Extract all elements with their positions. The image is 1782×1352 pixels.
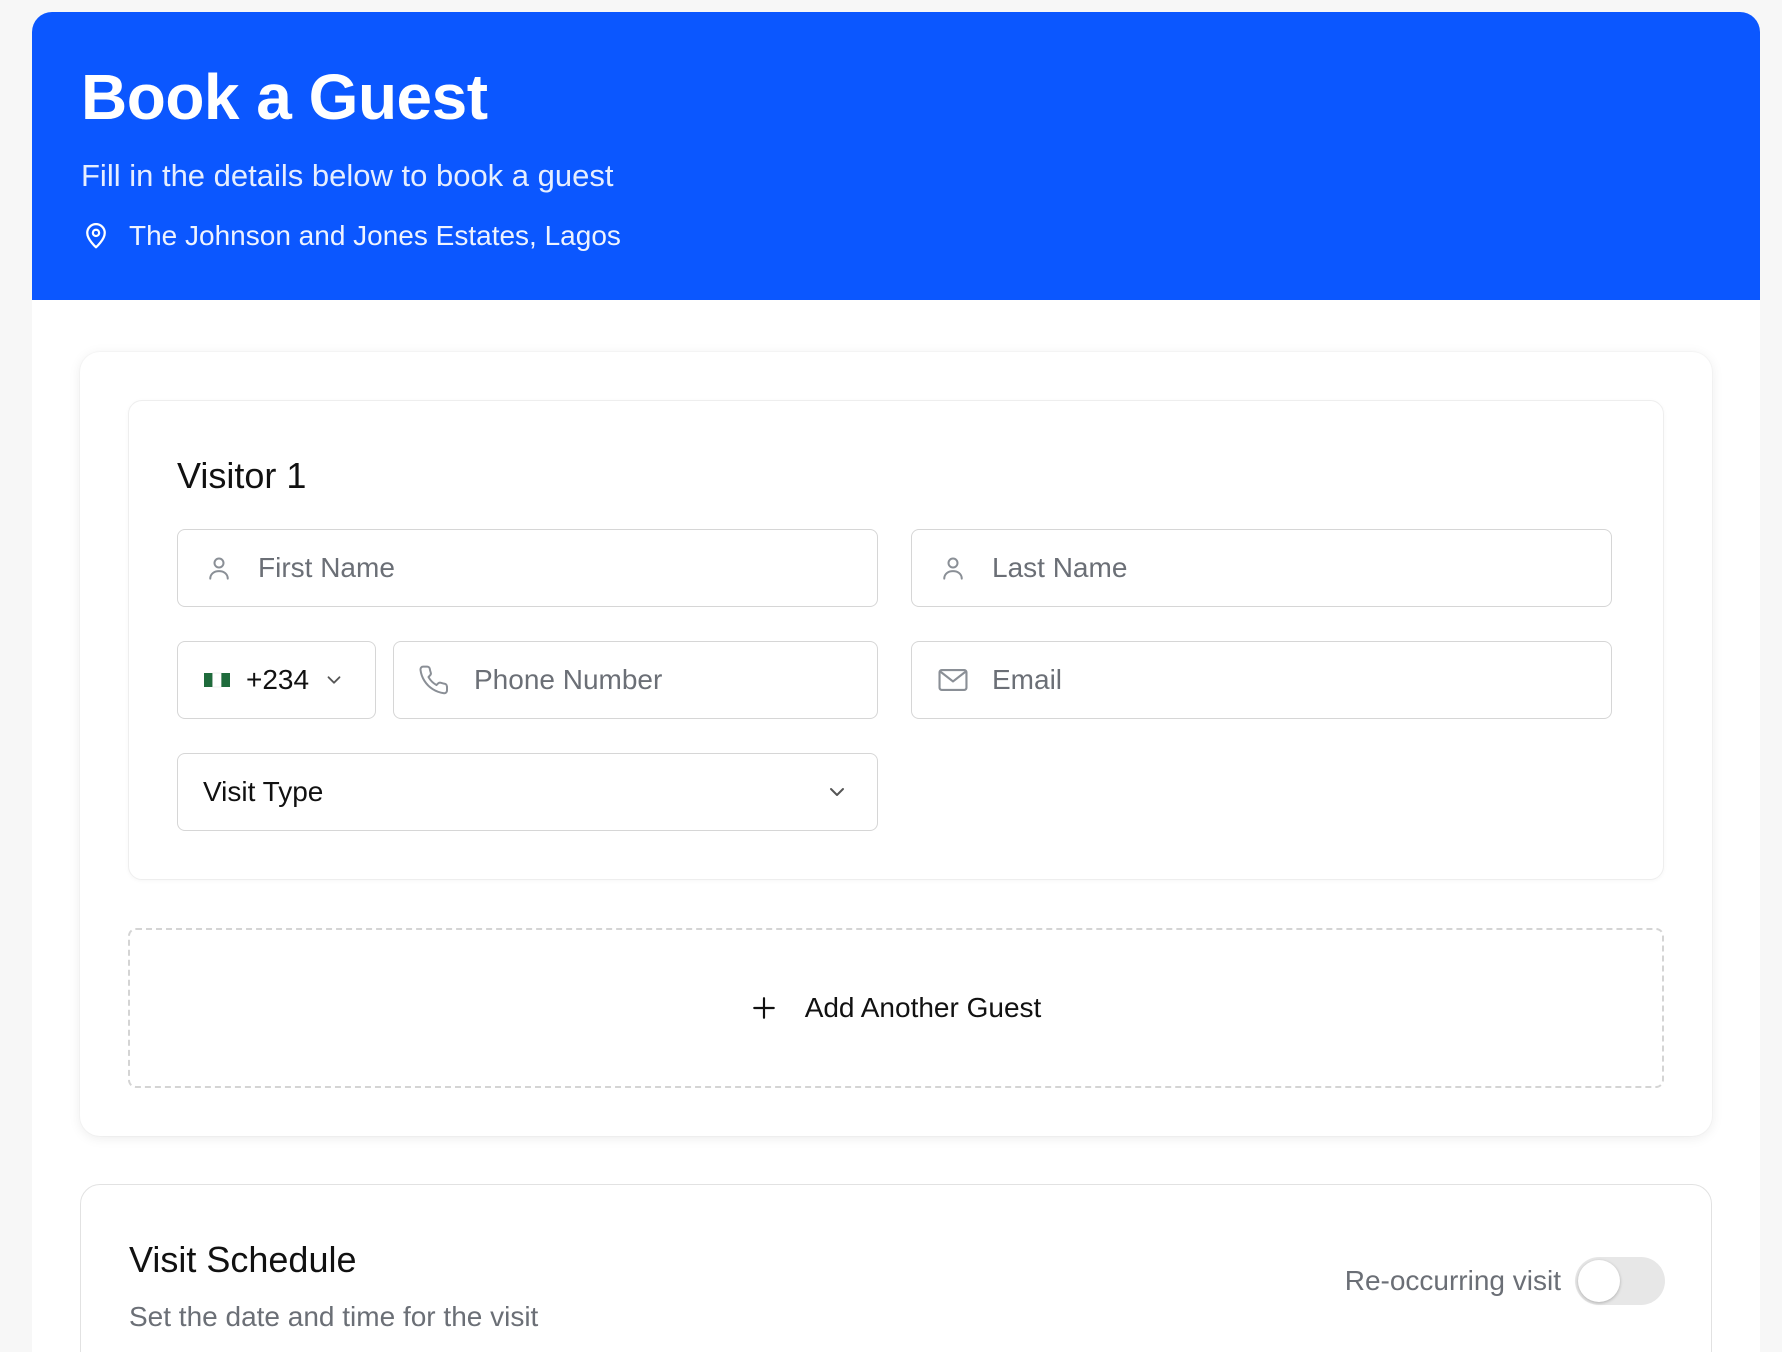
visit-schedule-card: Visit Schedule Set the date and time for… bbox=[80, 1184, 1712, 1352]
phone-icon bbox=[418, 663, 452, 697]
recurring-visit-toggle[interactable] bbox=[1575, 1257, 1665, 1305]
first-name-field[interactable]: First Name bbox=[177, 529, 878, 607]
email-field[interactable]: Email bbox=[911, 641, 1612, 719]
last-name-placeholder: Last Name bbox=[992, 552, 1128, 583]
phone-placeholder: Phone Number bbox=[474, 664, 663, 695]
guests-card: Visitor 1 First Name Last Name +234 Phon… bbox=[80, 352, 1712, 1136]
estate-location: The Johnson and Jones Estates, Lagos bbox=[81, 220, 1711, 252]
visitor-section: Visitor 1 First Name Last Name +234 Phon… bbox=[128, 400, 1664, 880]
chevron-down-icon bbox=[825, 780, 849, 804]
plus-icon bbox=[751, 995, 777, 1021]
recurring-visit-control: Re-occurring visit bbox=[1345, 1257, 1665, 1305]
map-pin-icon bbox=[81, 221, 111, 251]
location-text: The Johnson and Jones Estates, Lagos bbox=[129, 220, 621, 252]
user-icon bbox=[202, 551, 236, 585]
country-code-value: +234 bbox=[246, 664, 310, 695]
visit-type-value: Visit Type bbox=[203, 776, 324, 807]
phone-number-field[interactable]: Phone Number bbox=[393, 641, 878, 719]
toggle-knob bbox=[1578, 1260, 1620, 1302]
first-name-placeholder: First Name bbox=[258, 552, 395, 583]
mail-icon bbox=[936, 663, 970, 697]
chevron-down-icon bbox=[323, 669, 345, 691]
country-code-select[interactable]: +234 bbox=[177, 641, 376, 719]
schedule-title: Visit Schedule bbox=[129, 1239, 357, 1280]
user-icon bbox=[936, 551, 970, 585]
last-name-field[interactable]: Last Name bbox=[911, 529, 1612, 607]
recurring-visit-label: Re-occurring visit bbox=[1344, 1265, 1561, 1296]
booking-page: Book a Guest Fill in the details below t… bbox=[32, 12, 1760, 1352]
schedule-subtitle: Set the date and time for the visit bbox=[129, 1301, 539, 1332]
visitor-title: Visitor 1 bbox=[177, 455, 307, 496]
add-another-guest-button[interactable]: Add Another Guest bbox=[128, 928, 1664, 1088]
nigeria-flag-icon bbox=[204, 671, 230, 689]
email-placeholder: Email bbox=[992, 664, 1063, 695]
page-header: Book a Guest Fill in the details below t… bbox=[32, 12, 1760, 300]
visit-type-select[interactable]: Visit Type bbox=[177, 753, 878, 831]
page-subtitle: Fill in the details below to book a gues… bbox=[81, 158, 614, 194]
page-title: Book a Guest bbox=[81, 61, 488, 133]
add-guest-label: Add Another Guest bbox=[804, 992, 1042, 1023]
